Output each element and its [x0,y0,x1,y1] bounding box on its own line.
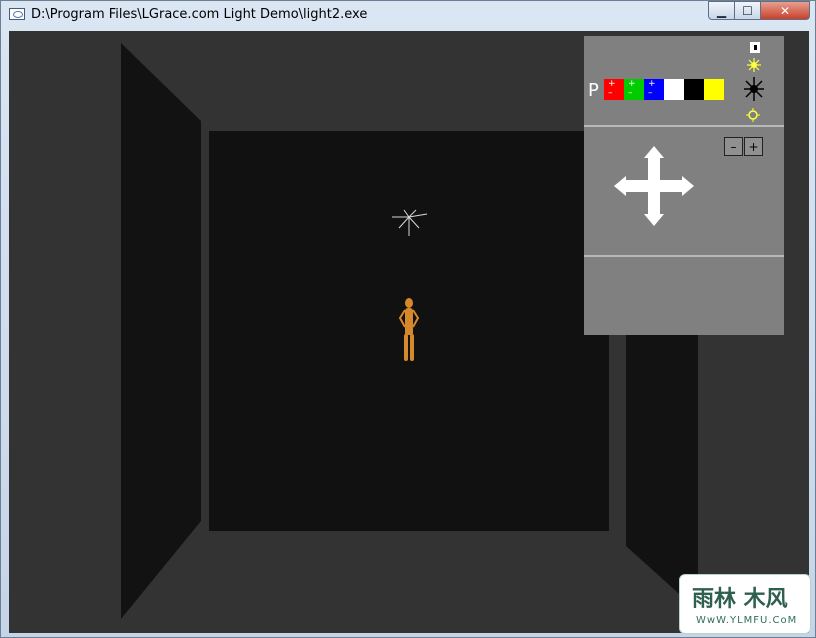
increase-button[interactable]: + [744,137,763,156]
window-title: D:\Program Files\LGrace.com Light Demo\l… [31,7,368,22]
app-window: D:\Program Files\LGrace.com Light Demo\l… [0,0,816,638]
minimize-button[interactable]: ▁ [708,1,735,20]
spotlight-mode-icon[interactable] [748,40,764,56]
panel-divider-bottom [584,255,784,257]
decrease-button[interactable]: – [724,137,743,156]
black-color-swatch[interactable] [684,79,704,100]
yellow-color-swatch[interactable] [704,79,724,100]
point-light-icon[interactable] [742,76,766,102]
app-icon [9,8,25,20]
title-bar[interactable]: D:\Program Files\LGrace.com Light Demo\l… [1,1,815,29]
left-wall [121,43,201,619]
blue-color-swatch[interactable]: + – [644,79,664,100]
direction-pad-arrows-icon[interactable] [614,146,694,226]
watermark-brand-text: 雨林 木风 [692,587,788,612]
panel-divider-top [584,125,784,127]
white-color-swatch[interactable] [664,79,684,100]
maximize-button[interactable]: ☐ [734,1,761,20]
light-control-panel: P + – + – + – – + [584,36,784,335]
red-color-swatch[interactable]: + – [604,79,624,100]
render-viewport[interactable]: P + – + – + – – + [9,31,809,633]
watermark-logo: 雨林 木风 WwW.YLMFU.CoM [679,574,811,634]
sun-light-icon[interactable] [745,57,763,73]
green-color-swatch[interactable]: + – [624,79,644,100]
p-label: P [588,80,599,101]
ambient-light-icon[interactable] [746,108,760,122]
watermark-url-text: WwW.YLMFU.CoM [696,615,798,626]
close-button[interactable]: ✕ [760,1,810,20]
